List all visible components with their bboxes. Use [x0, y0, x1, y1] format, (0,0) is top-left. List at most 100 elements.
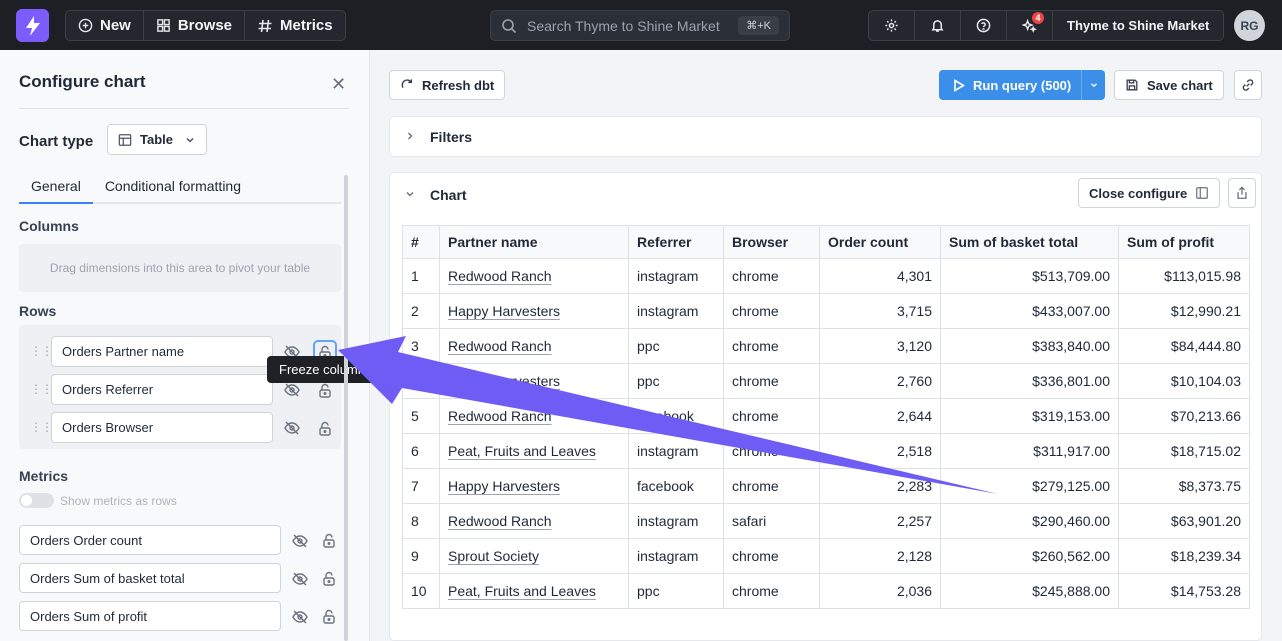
notification-badge: 4 [1032, 12, 1044, 24]
partner-name-cell[interactable]: Peat, Fruits and Leaves [439, 573, 629, 609]
close-icon[interactable]: ✕ [331, 74, 346, 95]
freeze-column-button[interactable] [317, 528, 341, 552]
app-logo[interactable] [16, 9, 49, 42]
notifications-button[interactable] [915, 11, 961, 40]
basket-total-cell: $513,709.00 [940, 258, 1119, 294]
freeze-column-button[interactable] [313, 416, 337, 440]
eye-off-icon[interactable] [291, 532, 309, 550]
browser-cell: chrome [723, 258, 820, 294]
partner-name-cell[interactable]: Redwood Ranch [439, 328, 629, 364]
eye-off-icon[interactable] [283, 381, 301, 399]
partner-name-cell[interactable]: Happy Harvesters [439, 363, 629, 399]
table-row[interactable]: 7 Happy Harvesters facebook chrome 2,283 $279… [402, 468, 1250, 504]
row-number: 6 [402, 433, 440, 469]
tab-conditional-formatting[interactable]: Conditional formatting [93, 174, 253, 204]
search-input[interactable]: Search Thyme to Shine Market ⌘+K [490, 10, 790, 41]
run-query-button[interactable]: Run query (500) [939, 70, 1105, 100]
pivot-drop-zone[interactable]: Drag dimensions into this area to pivot … [19, 244, 341, 292]
export-button[interactable] [1228, 178, 1256, 208]
basket-total-cell: $433,007.00 [940, 293, 1119, 329]
table-row[interactable]: 4 Happy Harvesters ppc chrome 2,760 $336,801.… [402, 363, 1250, 399]
table-row[interactable]: 5 Redwood Ranch facebook chrome 2,644 $319,15… [402, 398, 1250, 434]
column-header[interactable]: Browser [723, 225, 820, 259]
browse-button[interactable]: Browse [144, 11, 246, 40]
new-button[interactable]: New [66, 11, 144, 40]
order-count-cell: 2,518 [819, 433, 941, 469]
refresh-dbt-button[interactable]: Refresh dbt [389, 70, 506, 100]
save-chart-button[interactable]: Save chart [1114, 70, 1224, 100]
chevron-down-icon[interactable] [404, 188, 416, 200]
settings-button[interactable] [869, 11, 915, 40]
filters-title: Filters [430, 129, 473, 145]
profit-cell: $8,373.75 [1118, 468, 1250, 504]
table-row[interactable]: 8 Redwood Ranch instagram safari 2,257 $290,4… [402, 503, 1250, 539]
organization-switcher[interactable]: Thyme to Shine Market [1053, 11, 1223, 40]
refresh-icon [401, 79, 413, 88]
eye-off-icon[interactable] [283, 419, 301, 437]
user-avatar[interactable]: RG [1234, 10, 1265, 41]
table-row[interactable]: 1 Redwood Ranch instagram chrome 4,301 $513,7… [402, 258, 1250, 294]
partner-name-cell[interactable]: Happy Harvesters [439, 468, 629, 504]
filters-card[interactable]: Filters [389, 116, 1262, 157]
run-query-label: Run query (500) [973, 77, 1072, 93]
metrics-button[interactable]: Metrics [245, 11, 345, 40]
metric-field[interactable]: Orders Order count [19, 525, 281, 555]
play-icon [954, 78, 965, 92]
metric-field[interactable]: Orders Sum of basket total [19, 563, 281, 593]
eye-off-icon[interactable] [291, 570, 309, 588]
eye-off-icon[interactable] [291, 608, 309, 626]
browser-cell: chrome [723, 468, 820, 504]
column-header[interactable]: # [402, 225, 440, 259]
order-count-cell: 4,301 [819, 258, 941, 294]
tab-general[interactable]: General [19, 174, 93, 204]
column-header[interactable]: Sum of profit [1118, 225, 1250, 259]
search-icon [502, 18, 517, 33]
referrer-cell: facebook [628, 398, 724, 434]
table-row[interactable]: 2 Happy Harvesters instagram chrome 3,715 $43… [402, 293, 1250, 329]
drag-handle-icon[interactable]: ⋮⋮ [30, 382, 53, 396]
column-header[interactable]: Order count [819, 225, 941, 259]
table-row[interactable]: 9 Sprout Society instagram chrome 2,128 $260,… [402, 538, 1250, 574]
metric-item: Orders Sum of basket total [19, 563, 341, 593]
column-header[interactable]: Partner name [439, 225, 629, 259]
referrer-cell: instagram [628, 433, 724, 469]
metric-item: Orders Sum of profit [19, 601, 341, 631]
partner-name-cell[interactable]: Peat, Fruits and Leaves [439, 433, 629, 469]
table-row[interactable]: 6 Peat, Fruits and Leaves instagram chrome 2… [402, 433, 1250, 469]
search-placeholder: Search Thyme to Shine Market [527, 17, 720, 34]
whats-new-button[interactable]: 4 [1007, 11, 1053, 40]
run-query-main[interactable]: Run query (500) [939, 70, 1083, 100]
row-field[interactable]: Orders Partner name [51, 336, 273, 367]
metric-field[interactable]: Orders Sum of profit [19, 601, 281, 631]
close-configure-button[interactable]: Close configure [1078, 178, 1221, 208]
partner-name-cell[interactable]: Redwood Ranch [439, 398, 629, 434]
partner-name-cell[interactable]: Happy Harvesters [439, 293, 629, 329]
table-header-row: # Partner name Referrer Browser Order co… [402, 225, 1250, 259]
freeze-column-button[interactable] [317, 604, 341, 628]
partner-name-cell[interactable]: Sprout Society [439, 538, 629, 574]
row-field[interactable]: Orders Referrer [51, 374, 273, 405]
panel-scrollbar[interactable] [344, 175, 348, 641]
table-row[interactable]: 3 Redwood Ranch ppc chrome 3,120 $383,840.00 $… [402, 328, 1250, 364]
table-body: 1 Redwood Ranch instagram chrome 4,301 $513,7… [402, 258, 1250, 609]
row-field[interactable]: Orders Browser [51, 412, 273, 443]
lock-open-icon [323, 609, 335, 624]
metrics-as-rows-toggle[interactable] [19, 493, 54, 508]
help-button[interactable] [961, 11, 1007, 40]
drag-handle-icon[interactable]: ⋮⋮ [30, 420, 53, 434]
table-row[interactable]: 10 Peat, Fruits and Leaves ppc chrome 2,036 $… [402, 573, 1250, 609]
column-header[interactable]: Referrer [628, 225, 724, 259]
column-header[interactable]: Sum of basket total [940, 225, 1119, 259]
referrer-cell: ppc [628, 363, 724, 399]
share-link-button[interactable] [1234, 70, 1262, 100]
partner-name-cell[interactable]: Redwood Ranch [439, 258, 629, 294]
basket-total-cell: $245,888.00 [940, 573, 1119, 609]
drag-handle-icon[interactable]: ⋮⋮ [30, 344, 53, 358]
chart-type-select[interactable]: Table [107, 124, 207, 155]
browser-cell: chrome [723, 398, 820, 434]
header-actions: 4 Thyme to Shine Market [868, 10, 1225, 41]
run-query-options[interactable] [1082, 70, 1105, 100]
freeze-column-button[interactable] [317, 566, 341, 590]
partner-name-cell[interactable]: Redwood Ranch [439, 503, 629, 539]
row-number: 7 [402, 468, 440, 504]
